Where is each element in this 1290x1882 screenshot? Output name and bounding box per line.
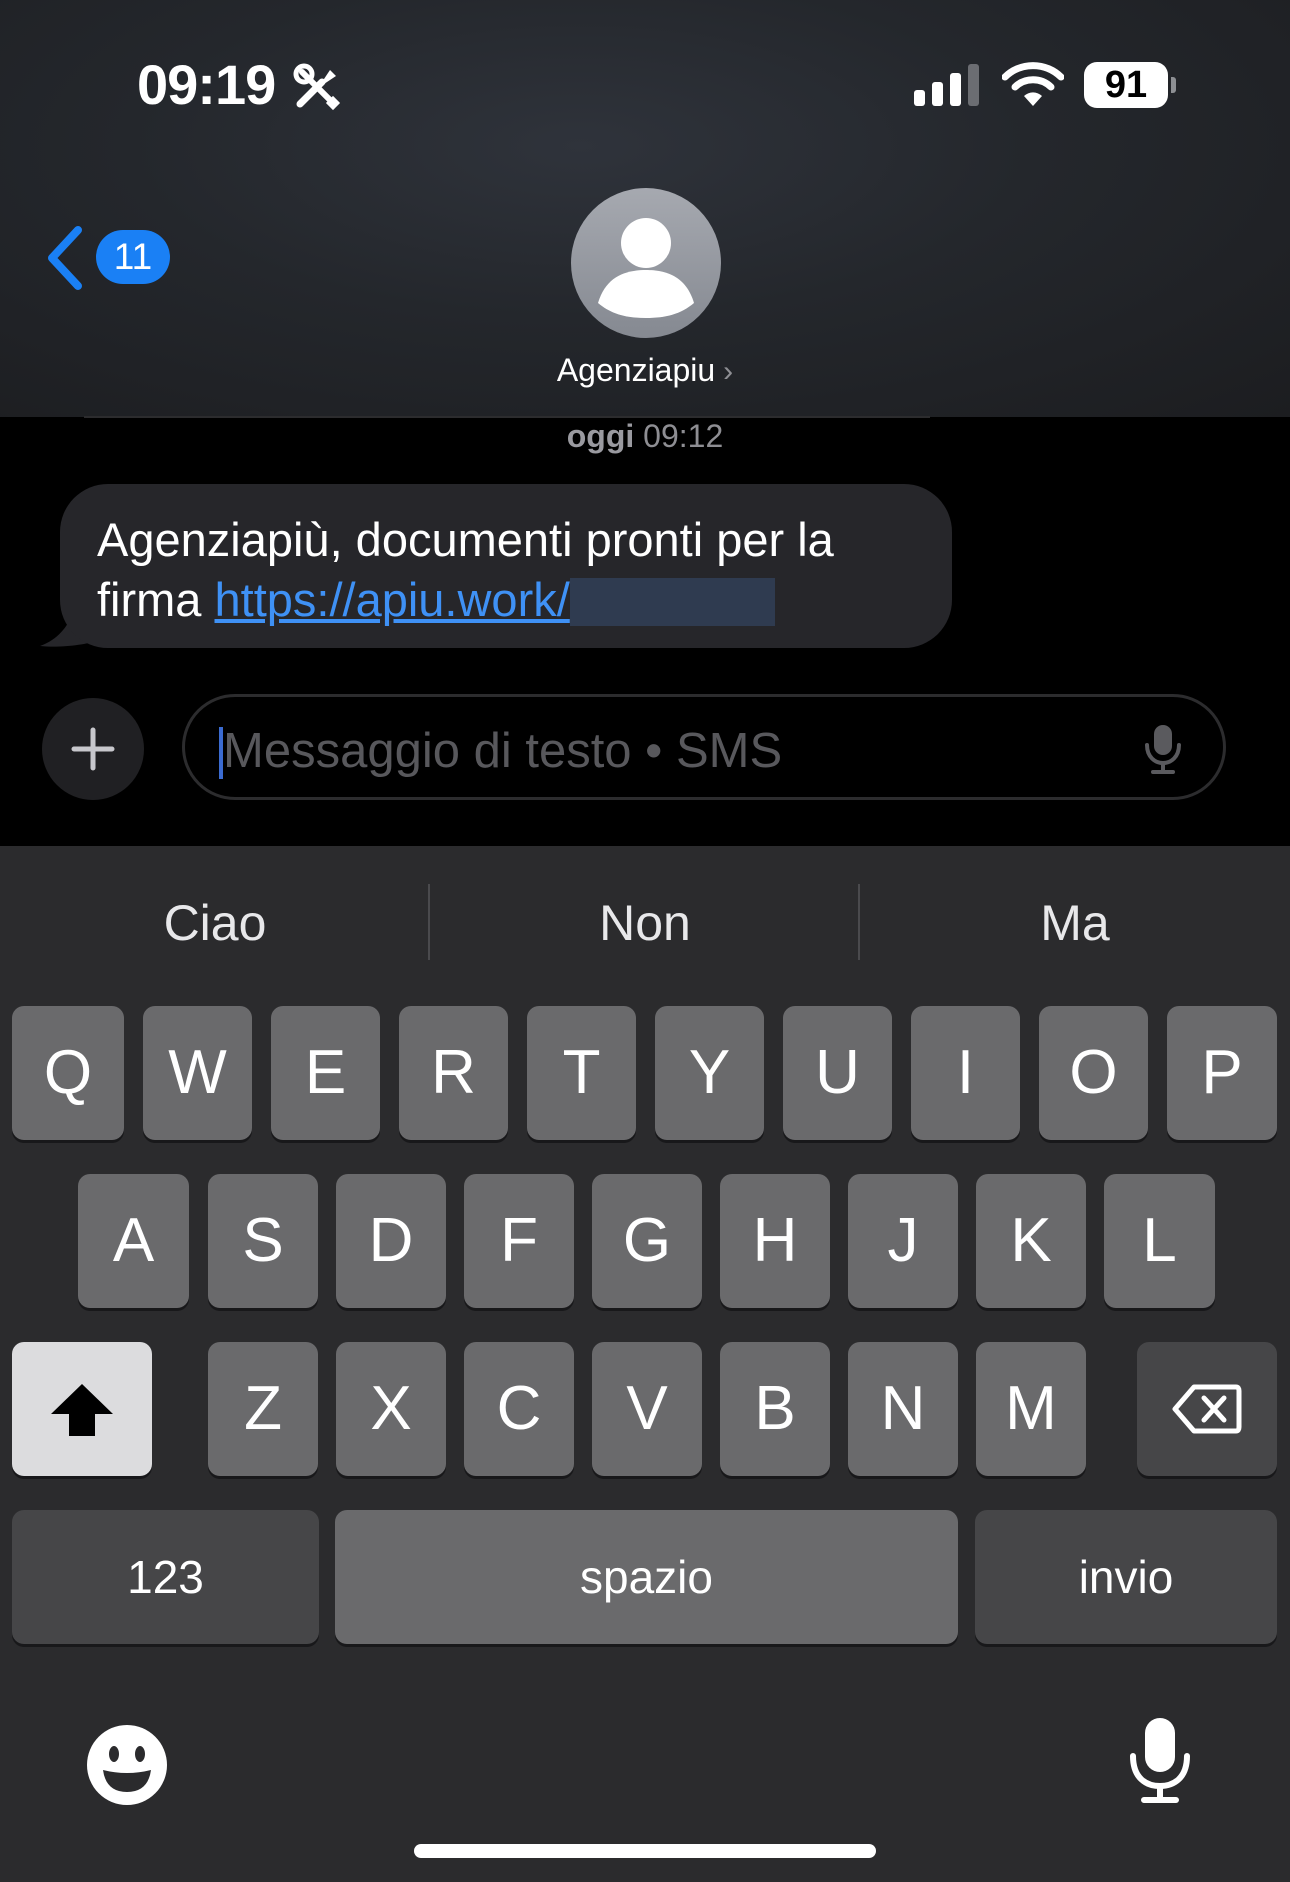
- contact-name: Agenziapiu: [556, 352, 716, 388]
- key-t[interactable]: T: [527, 1006, 636, 1140]
- tools-icon: [292, 62, 342, 117]
- key-f[interactable]: F: [464, 1174, 574, 1308]
- wifi-icon: [1001, 62, 1065, 113]
- shift-key[interactable]: [12, 1342, 152, 1476]
- redacted-block: [569, 578, 775, 626]
- key-g[interactable]: G: [592, 1174, 702, 1308]
- key-h[interactable]: H: [720, 1174, 830, 1308]
- numbers-key[interactable]: 123: [12, 1510, 319, 1644]
- key-v[interactable]: V: [592, 1342, 702, 1476]
- suggestion-1[interactable]: Ciao: [0, 894, 430, 952]
- key-r[interactable]: R: [399, 1006, 508, 1140]
- key-j[interactable]: J: [848, 1174, 958, 1308]
- key-y[interactable]: Y: [655, 1006, 764, 1140]
- message-text: Agenziapiù, documenti pronti per la firm…: [97, 510, 937, 630]
- unread-count-badge: 11: [96, 230, 170, 284]
- microphone-icon[interactable]: [1143, 723, 1183, 775]
- key-x[interactable]: X: [336, 1342, 446, 1476]
- key-d[interactable]: D: [336, 1174, 446, 1308]
- backspace-icon: [1172, 1384, 1242, 1434]
- contact-avatar[interactable]: [571, 188, 721, 338]
- message-link[interactable]: https://apiu.work/: [215, 573, 570, 626]
- key-s[interactable]: S: [208, 1174, 318, 1308]
- emoji-icon[interactable]: [86, 1724, 168, 1806]
- delete-key[interactable]: [1137, 1342, 1277, 1476]
- message-timestamp: oggi 09:12: [0, 418, 1290, 455]
- key-i[interactable]: I: [911, 1006, 1020, 1140]
- key-b[interactable]: B: [720, 1342, 830, 1476]
- chevron-right-icon: ›: [723, 355, 734, 388]
- return-key[interactable]: invio: [975, 1510, 1277, 1644]
- incoming-message-bubble[interactable]: Agenziapiù, documenti pronti per la firm…: [60, 484, 952, 648]
- key-o[interactable]: O: [1039, 1006, 1148, 1140]
- dictation-microphone-icon[interactable]: [1128, 1716, 1192, 1804]
- key-u[interactable]: U: [783, 1006, 892, 1140]
- keyboard: Ciao Non Ma Q W E R T Y U I O P A S D F …: [0, 846, 1290, 1882]
- conversation-header: 09:19 91 11 Agenziapiu ›: [0, 0, 1290, 417]
- plus-icon: [71, 727, 115, 771]
- key-n[interactable]: N: [848, 1342, 958, 1476]
- battery-level: 91: [1104, 64, 1148, 106]
- add-attachment-button[interactable]: [42, 698, 144, 800]
- person-icon: [598, 218, 694, 318]
- message-input-placeholder: Messaggio di testo • SMS: [223, 724, 783, 778]
- message-input[interactable]: Messaggio di testo • SMS: [182, 694, 1226, 800]
- home-indicator[interactable]: [414, 1844, 876, 1858]
- space-key[interactable]: spazio: [335, 1510, 958, 1644]
- battery-icon: 91: [1084, 62, 1176, 108]
- key-z[interactable]: Z: [208, 1342, 318, 1476]
- suggestion-2[interactable]: Non: [430, 894, 860, 952]
- key-m[interactable]: M: [976, 1342, 1086, 1476]
- key-e[interactable]: E: [271, 1006, 380, 1140]
- shift-arrow-icon: [51, 1384, 113, 1436]
- key-q[interactable]: Q: [12, 1006, 124, 1140]
- contact-name-button[interactable]: Agenziapiu ›: [0, 352, 1290, 389]
- key-c[interactable]: C: [464, 1342, 574, 1476]
- key-a[interactable]: A: [78, 1174, 189, 1308]
- timestamp-day: oggi: [566, 418, 635, 454]
- timestamp-time: 09:12: [643, 418, 724, 454]
- status-time: 09:19: [137, 53, 276, 116]
- key-p[interactable]: P: [1167, 1006, 1277, 1140]
- key-w[interactable]: W: [143, 1006, 252, 1140]
- signal-icon: [914, 64, 982, 111]
- suggestion-3[interactable]: Ma: [860, 894, 1290, 952]
- back-button[interactable]: 11: [44, 222, 174, 292]
- chevron-left-icon: [48, 226, 82, 290]
- key-l[interactable]: L: [1104, 1174, 1215, 1308]
- key-k[interactable]: K: [976, 1174, 1086, 1308]
